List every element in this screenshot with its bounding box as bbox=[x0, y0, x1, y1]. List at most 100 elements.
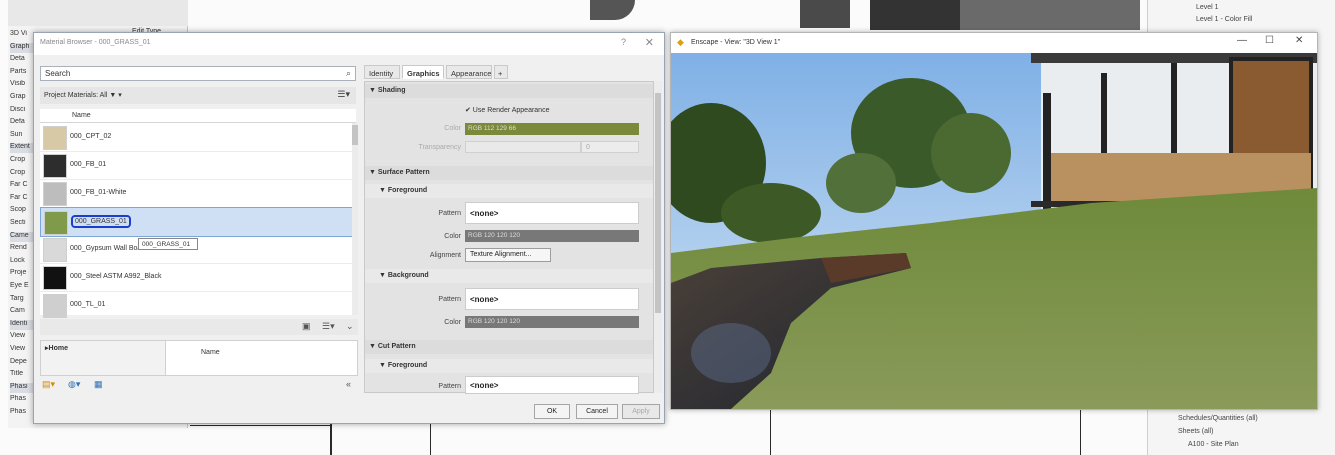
drawing-line bbox=[960, 0, 1140, 30]
drawing-line bbox=[330, 424, 332, 455]
cut-fg-pattern-value[interactable]: <none> bbox=[465, 376, 639, 394]
view-options-icon[interactable]: ☰▾ bbox=[322, 321, 335, 332]
drawing-line bbox=[1080, 410, 1081, 455]
library-panel: ▸Home Name bbox=[40, 340, 358, 376]
shading-section[interactable]: ▼ Shading bbox=[365, 84, 653, 98]
minimize-button[interactable]: — bbox=[1237, 35, 1247, 46]
material-name: 000_GRASS_01 bbox=[71, 215, 131, 228]
panel-toggle-icon[interactable]: ▣ bbox=[302, 321, 311, 332]
cut-fg-pattern-label: Pattern bbox=[438, 383, 461, 390]
browser-item[interactable]: A100 - Site Plan bbox=[1188, 441, 1239, 448]
material-thumbnail bbox=[43, 126, 67, 150]
enscape-logo-icon: ◆ bbox=[677, 37, 684, 47]
browser-item[interactable]: Level 1 - Color Fill bbox=[1196, 16, 1252, 23]
material-row[interactable]: 000_Steel ASTM A992_Black bbox=[40, 263, 352, 292]
help-icon[interactable]: ? bbox=[621, 37, 626, 47]
list-footer-toolbar: ▣ ☰▾ ⌄ bbox=[40, 319, 358, 335]
panel-scrollbar[interactable] bbox=[654, 81, 662, 393]
tab-identity[interactable]: Identity bbox=[364, 65, 400, 79]
cancel-button[interactable]: Cancel bbox=[576, 404, 618, 419]
browser-item[interactable]: Level 1 bbox=[1196, 4, 1219, 11]
shading-color-swatch[interactable]: RGB 112 129 66 bbox=[465, 123, 639, 135]
tab-appearance[interactable]: Appearance bbox=[446, 65, 492, 79]
surface-pattern-section[interactable]: ▼ Surface Pattern bbox=[365, 166, 653, 180]
list-scrollbar[interactable] bbox=[352, 123, 358, 315]
scroll-thumb[interactable] bbox=[352, 125, 358, 145]
cut-foreground-header[interactable]: ▼ Foreground bbox=[365, 359, 653, 373]
browser-item[interactable]: Sheets (all) bbox=[1178, 428, 1213, 435]
shading-color-label: Color bbox=[444, 125, 461, 132]
cut-pattern-section[interactable]: ▼ Cut Pattern bbox=[365, 340, 653, 354]
material-row[interactable]: 000_FB_01 bbox=[40, 151, 352, 180]
close-button[interactable]: ✕ bbox=[1295, 35, 1303, 46]
material-browser-dialog: Material Browser - 000_GRASS_01 ? ✕ Sear… bbox=[33, 32, 665, 424]
maximize-button[interactable]: ☐ bbox=[1265, 35, 1274, 46]
drawing-line bbox=[190, 425, 330, 426]
bottom-toolbar: ▤▾ ◍▾ ▦ « bbox=[40, 377, 358, 393]
bg-pattern-label: Pattern bbox=[438, 296, 461, 303]
props-header bbox=[8, 0, 188, 26]
library-globe-icon[interactable]: ◍▾ bbox=[68, 379, 80, 390]
material-thumbnail bbox=[43, 154, 67, 178]
drawing-line bbox=[590, 0, 635, 20]
project-materials-label[interactable]: Project Materials: All ▼ ▾ bbox=[44, 91, 122, 99]
material-row[interactable]: 000_TL_01 bbox=[40, 291, 352, 320]
search-placeholder: Search bbox=[45, 69, 71, 78]
material-list: 000_CPT_02 000_FB_01 000_FB_01-White 000_GR… bbox=[40, 123, 354, 320]
create-material-icon[interactable]: ▤▾ bbox=[42, 379, 55, 390]
drawing-line bbox=[430, 424, 431, 455]
library-home[interactable]: ▸Home bbox=[45, 344, 68, 352]
bg-color-swatch[interactable]: RGB 120 120 120 bbox=[465, 316, 639, 328]
material-name: 000_CPT_02 bbox=[70, 133, 112, 140]
surface-foreground-header[interactable]: ▼ Foreground bbox=[365, 184, 653, 198]
enscape-titlebar: ◆ Enscape - View: "3D View 1" — ☐ ✕ bbox=[671, 33, 1317, 53]
tab-bar: Identity Graphics Appearance + bbox=[364, 65, 658, 81]
use-render-appearance-checkbox[interactable]: ✔ Use Render Appearance bbox=[465, 106, 549, 114]
search-input[interactable]: Search ⌕ bbox=[40, 66, 356, 81]
collapse-icon[interactable]: ⌄ bbox=[346, 321, 354, 332]
asset-browser-icon[interactable]: ▦ bbox=[94, 379, 103, 390]
bg-color-label: Color bbox=[444, 319, 461, 326]
search-icon[interactable]: ⌕ bbox=[346, 68, 351, 79]
browser-item[interactable]: Schedules/Quantities (all) bbox=[1178, 415, 1258, 422]
drawing-line bbox=[800, 0, 850, 28]
surface-background-header[interactable]: ▼ Background bbox=[365, 269, 653, 283]
drawing-line bbox=[870, 0, 960, 30]
list-header: Name bbox=[40, 109, 356, 123]
material-name: 000_FB_01 bbox=[70, 161, 107, 168]
library-tree: ▸Home bbox=[41, 341, 166, 375]
material-row[interactable]: 000_CPT_02 bbox=[40, 123, 352, 152]
enscape-window: ◆ Enscape - View: "3D View 1" — ☐ ✕ bbox=[670, 32, 1318, 410]
tab-graphics[interactable]: Graphics bbox=[402, 65, 444, 79]
tooltip: 000_GRASS_01 bbox=[138, 238, 198, 250]
transparency-label: Transparency bbox=[418, 144, 461, 151]
render-image bbox=[671, 53, 1317, 409]
dialog-title: Material Browser - 000_GRASS_01 bbox=[40, 39, 151, 46]
close-icon[interactable]: ✕ bbox=[645, 36, 654, 49]
scroll-thumb[interactable] bbox=[655, 93, 661, 313]
material-name: 000_FB_01-White bbox=[70, 189, 127, 196]
add-tab-button[interactable]: + bbox=[494, 65, 508, 79]
fg-color-label: Color bbox=[444, 233, 461, 240]
material-thumbnail bbox=[43, 266, 67, 290]
apply-button[interactable]: Apply bbox=[622, 404, 660, 419]
transparency-slider[interactable] bbox=[465, 141, 581, 153]
name-column-header[interactable]: Name bbox=[72, 112, 91, 119]
material-row[interactable]: 000_FB_01-White bbox=[40, 179, 352, 208]
fg-pattern-label: Pattern bbox=[438, 210, 461, 217]
ok-button[interactable]: OK bbox=[534, 404, 570, 419]
render-viewport[interactable] bbox=[671, 53, 1317, 409]
enscape-title: Enscape - View: "3D View 1" bbox=[691, 39, 781, 46]
list-view-icon[interactable]: ☰▾ bbox=[337, 89, 350, 100]
material-row[interactable]: 000_GRASS_01 bbox=[40, 207, 354, 237]
texture-alignment-button[interactable]: Texture Alignment... bbox=[465, 248, 551, 262]
graphics-panel: ▼ Shading ✔ Use Render Appearance Color … bbox=[364, 81, 654, 394]
transparency-value[interactable]: 0 bbox=[581, 141, 639, 153]
library-name-header[interactable]: Name bbox=[201, 349, 220, 356]
collapse-left-icon[interactable]: « bbox=[346, 379, 351, 389]
material-thumbnail bbox=[43, 238, 67, 262]
bg-pattern-value[interactable]: <none> bbox=[465, 288, 639, 310]
project-materials-filter[interactable]: Project Materials: All ▼ ▾ ☰▾ bbox=[40, 87, 356, 104]
fg-color-swatch[interactable]: RGB 120 120 120 bbox=[465, 230, 639, 242]
fg-pattern-value[interactable]: <none> bbox=[465, 202, 639, 224]
